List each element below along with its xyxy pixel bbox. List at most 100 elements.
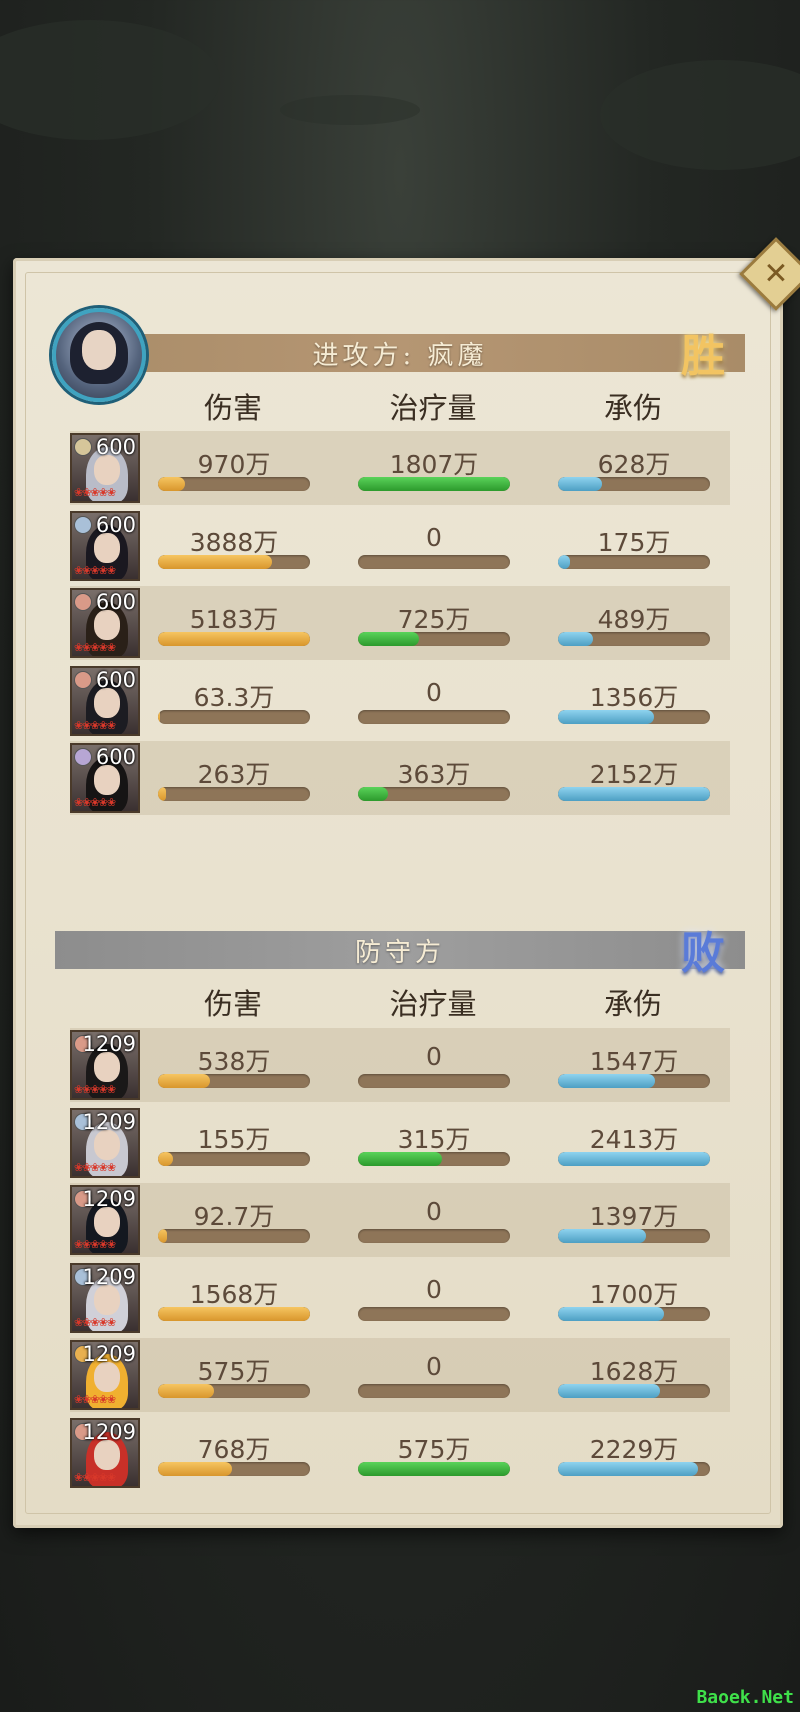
taken-stat-value: 628万 [597, 450, 671, 479]
hero-portrait[interactable]: 600 ❀❀❀❀❀ [70, 665, 140, 736]
faction-icon [74, 670, 92, 689]
heal-stat-bar [358, 554, 510, 569]
taken-stat-bar-fill [558, 1151, 710, 1166]
heal-stat-bar [358, 709, 510, 724]
taken-stat-bar [558, 709, 710, 724]
damage-stat-value: 63.3万 [193, 682, 275, 712]
taken-stat-value: 1628万 [589, 1357, 679, 1386]
heal-stat: 1807万 [358, 445, 510, 495]
damage-stat-bar-fill [158, 1074, 210, 1088]
damage-stat-bar-fill [158, 1306, 310, 1321]
heal-stat-value: 0 [426, 1352, 442, 1381]
taken-stat-bar [558, 554, 710, 569]
heal-stat-bar [358, 1074, 510, 1088]
background-rock [600, 60, 800, 170]
taken-stat-value: 1356万 [589, 682, 679, 712]
damage-stat-bar [158, 709, 310, 724]
damage-stat: 575万 [158, 1352, 310, 1402]
damage-stat-bar-fill [158, 1229, 168, 1243]
taken-stat: 628万 [558, 445, 710, 495]
damage-stat-bar [158, 787, 310, 801]
damage-stat-bar-fill [158, 1151, 174, 1166]
heal-stat-bar [358, 1306, 510, 1321]
damage-stat-bar [158, 1384, 310, 1398]
hero-face [94, 1052, 120, 1082]
damage-stat-bar-fill [158, 1384, 215, 1398]
hero-face [94, 1439, 120, 1470]
close-icon: ✕ [763, 256, 789, 292]
attacker-leader-avatar[interactable] [52, 308, 146, 402]
taken-stat-bar-fill [558, 477, 603, 491]
heal-stat-value: 1807万 [389, 450, 479, 479]
taken-stat-bar-fill [558, 709, 654, 724]
taken-stat: 1547万 [558, 1042, 710, 1092]
faction-icon [74, 438, 92, 456]
damage-stat-bar-fill [158, 1461, 233, 1476]
heal-stat: 725万 [358, 600, 510, 650]
hero-face [94, 1362, 120, 1392]
heal-stat-bar-fill [358, 477, 510, 491]
taken-stat: 2229万 [558, 1430, 710, 1480]
taken-stat-value: 1397万 [589, 1202, 679, 1231]
lose-badge: 败 [681, 928, 725, 979]
heal-stat: 0 [358, 1042, 510, 1092]
damage-stat-value: 263万 [197, 760, 271, 789]
heal-stat-value: 0 [426, 1197, 442, 1226]
damage-stat-bar [158, 1151, 310, 1166]
defender-col-damage: 伤害 [203, 987, 262, 1021]
heal-stat: 0 [358, 1197, 510, 1247]
hero-portrait[interactable]: 1209 ❀❀❀❀❀ [70, 1340, 140, 1410]
attacker-hero-row: 600 ❀❀❀❀❀ 3888万 0 175万 [70, 509, 730, 583]
hero-portrait[interactable]: 600 ❀❀❀❀❀ [70, 588, 140, 658]
hero-portrait[interactable]: 600 ❀❀❀❀❀ [70, 433, 140, 503]
heal-stat-value: 315万 [397, 1124, 471, 1154]
taken-stat-value: 2152万 [589, 760, 679, 789]
taken-stat-bar-fill [558, 1306, 665, 1321]
hero-portrait[interactable]: 600 ❀❀❀❀❀ [70, 510, 140, 581]
damage-stat: 63.3万 [158, 678, 310, 728]
taken-stat-bar-fill [558, 1384, 660, 1398]
taken-stat-bar [558, 1229, 710, 1243]
background-rock [0, 20, 220, 140]
attacker-hero-row: 600 ❀❀❀❀❀ 63.3万 0 1356万 [70, 664, 730, 738]
star-icons: ❀❀❀❀❀ [74, 1083, 116, 1096]
defender-hero-row: 1209 ❀❀❀❀❀ 768万 575万 2229万 [70, 1416, 730, 1490]
hero-portrait[interactable]: 1209 ❀❀❀❀❀ [70, 1417, 140, 1488]
faction-icon [74, 748, 92, 766]
hero-portrait[interactable]: 1209 ❀❀❀❀❀ [70, 1107, 140, 1178]
faction-icon [74, 515, 92, 534]
taken-stat-value: 489万 [597, 605, 671, 634]
damage-stat-value: 92.7万 [193, 1202, 275, 1231]
damage-stat-value: 768万 [197, 1434, 271, 1464]
hero-portrait[interactable]: 1209 ❀❀❀❀❀ [70, 1030, 140, 1100]
damage-stat: 5183万 [158, 600, 310, 650]
watermark: Baoek.Net [696, 1687, 794, 1708]
star-icons: ❀❀❀❀❀ [74, 796, 116, 809]
heal-stat-bar-fill [358, 1151, 442, 1166]
heal-stat-value: 725万 [397, 605, 471, 634]
hero-level: 600 [95, 435, 136, 459]
heal-stat-bar [358, 477, 510, 491]
damage-stat: 538万 [158, 1042, 310, 1092]
taken-stat-bar-fill [558, 1461, 698, 1476]
heal-stat: 315万 [358, 1120, 510, 1170]
hero-portrait[interactable]: 600 ❀❀❀❀❀ [70, 743, 140, 813]
damage-stat-value: 3888万 [189, 527, 279, 557]
hero-portrait[interactable]: 1209 ❀❀❀❀❀ [70, 1262, 140, 1333]
faction-icon [74, 593, 92, 611]
hero-level: 600 [95, 667, 136, 692]
taken-stat: 489万 [558, 600, 710, 650]
star-icons: ❀❀❀❀❀ [74, 563, 116, 577]
damage-stat: 3888万 [158, 523, 310, 573]
hero-face [94, 1129, 120, 1160]
heal-stat-value: 0 [426, 677, 442, 707]
hero-portrait[interactable]: 1209 ❀❀❀❀❀ [70, 1185, 140, 1255]
avatar-face [82, 330, 116, 370]
damage-stat-value: 5183万 [189, 605, 279, 634]
taken-stat-bar [558, 1384, 710, 1398]
attacker-header: 进攻方: 疯魔 胜 [55, 331, 745, 382]
background-rock [280, 95, 420, 125]
heal-stat: 0 [358, 523, 510, 573]
damage-stat: 1568万 [158, 1275, 310, 1325]
hero-level: 1209 [82, 1187, 136, 1211]
